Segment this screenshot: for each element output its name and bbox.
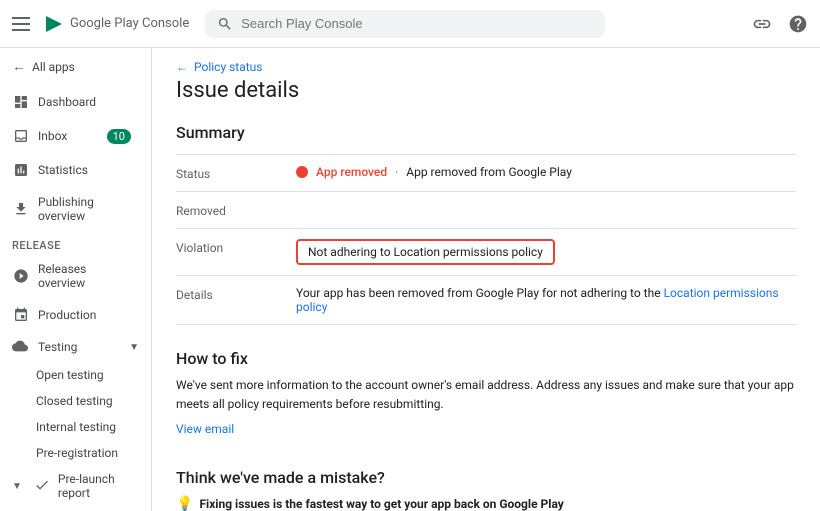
- topbar: Google Play Console: [0, 0, 820, 48]
- fixing-tip-highlight: Fixing issues is the fastest way to get …: [199, 497, 563, 511]
- sidebar-publishing-label: Publishing overview: [38, 195, 131, 223]
- inbox-badge: 10: [107, 129, 131, 144]
- details-info-row: Details Your app has been removed from G…: [176, 276, 796, 325]
- status-value: App removed · App removed from Google Pl…: [296, 165, 796, 179]
- page-title: Issue details: [176, 78, 796, 103]
- violation-label: Violation: [176, 239, 296, 255]
- sidebar-item-releases-overview[interactable]: Releases overview: [0, 254, 143, 298]
- sidebar-item-dashboard[interactable]: Dashboard: [0, 85, 143, 119]
- status-separator: ·: [395, 165, 398, 179]
- topbar-actions: [752, 14, 808, 34]
- breadcrumb[interactable]: ← Policy status: [176, 48, 796, 78]
- sidebar-item-production[interactable]: Production: [0, 298, 143, 332]
- sidebar-item-internal-testing[interactable]: Internal testing: [0, 414, 151, 440]
- removed-label: Removed: [176, 202, 296, 218]
- violation-box: Not adhering to Location permissions pol…: [296, 239, 555, 265]
- hamburger-menu[interactable]: [12, 12, 36, 36]
- breadcrumb-arrow-icon: ←: [176, 60, 188, 74]
- testing-group-header[interactable]: Testing ▼: [0, 332, 151, 362]
- sidebar-statistics-label: Statistics: [38, 163, 88, 177]
- details-label: Details: [176, 286, 296, 302]
- violation-row: Violation Not adhering to Location permi…: [176, 229, 796, 276]
- violation-value: Not adhering to Location permissions pol…: [296, 239, 796, 265]
- how-to-fix-desc: We've sent more information to the accou…: [176, 376, 796, 414]
- status-desc-text: App removed from Google Play: [406, 165, 572, 179]
- search-icon: [217, 16, 233, 32]
- details-info-value: Your app has been removed from Google Pl…: [296, 286, 796, 314]
- fixing-tip: 💡 Fixing issues is the fastest way to ge…: [176, 495, 796, 511]
- dashboard-icon: [12, 93, 30, 111]
- back-arrow-icon: ←: [12, 58, 26, 75]
- play-logo-icon: [44, 14, 64, 34]
- sidebar: ← All apps Dashboard Inbox 10 Statistics: [0, 48, 152, 511]
- inbox-icon: [12, 127, 30, 145]
- status-dot-icon: [296, 166, 308, 178]
- status-row: Status App removed · App removed from Go…: [176, 155, 796, 192]
- breadcrumb-label: Policy status: [194, 60, 263, 74]
- testing-chevron-icon: ▼: [129, 342, 139, 353]
- help-icon[interactable]: [788, 14, 808, 34]
- production-label: Production: [38, 308, 96, 322]
- testing-label: Testing: [38, 340, 77, 354]
- pre-launch-label: Pre-launch report: [58, 472, 139, 500]
- logo: Google Play Console: [44, 14, 189, 34]
- status-label: Status: [176, 165, 296, 181]
- publishing-icon: [12, 200, 30, 218]
- testing-icon: [12, 338, 30, 356]
- sidebar-item-inbox[interactable]: Inbox 10: [0, 119, 143, 153]
- sidebar-item-closed-testing[interactable]: Closed testing: [0, 388, 151, 414]
- pre-launch-icon: [34, 477, 50, 495]
- releases-overview-label: Releases overview: [38, 262, 131, 290]
- pre-launch-header[interactable]: ▼ Pre-launch report: [0, 466, 151, 506]
- logo-text: Google Play Console: [70, 16, 189, 31]
- pre-launch-chevron-icon: ▼: [12, 481, 22, 492]
- view-email-link[interactable]: View email: [176, 422, 234, 436]
- fixing-tip-text: Fixing issues is the fastest way to get …: [199, 495, 563, 511]
- statistics-icon: [12, 161, 30, 179]
- removed-row: Removed: [176, 192, 796, 229]
- status-removed-text: App removed: [316, 165, 387, 179]
- sidebar-item-publishing[interactable]: Publishing overview: [0, 187, 143, 231]
- sidebar-inbox-label: Inbox: [38, 129, 67, 143]
- lightbulb-icon: 💡: [176, 496, 193, 511]
- details-table: Status App removed · App removed from Go…: [176, 154, 796, 325]
- sidebar-item-open-testing[interactable]: Open testing: [0, 362, 151, 388]
- all-apps-label: All apps: [32, 60, 75, 74]
- mistake-title: Think we've made a mistake?: [176, 468, 796, 487]
- production-icon: [12, 306, 30, 324]
- link-icon[interactable]: [752, 14, 772, 34]
- search-bar[interactable]: [205, 10, 605, 38]
- release-section-label: Release: [0, 231, 151, 254]
- sidebar-dashboard-label: Dashboard: [38, 95, 96, 109]
- sidebar-item-pre-launch-overview[interactable]: Overview: [0, 506, 151, 511]
- sidebar-item-pre-registration[interactable]: Pre-registration: [0, 440, 151, 466]
- how-to-fix-title: How to fix: [176, 349, 796, 368]
- all-apps-link[interactable]: ← All apps: [0, 48, 151, 85]
- main-content: ← Policy status Issue details Summary St…: [152, 48, 820, 511]
- summary-title: Summary: [176, 123, 796, 142]
- details-info-text: Your app has been removed from Google Pl…: [296, 286, 661, 300]
- search-input[interactable]: [241, 16, 593, 31]
- sidebar-item-statistics[interactable]: Statistics: [0, 153, 143, 187]
- releases-icon: [12, 267, 30, 285]
